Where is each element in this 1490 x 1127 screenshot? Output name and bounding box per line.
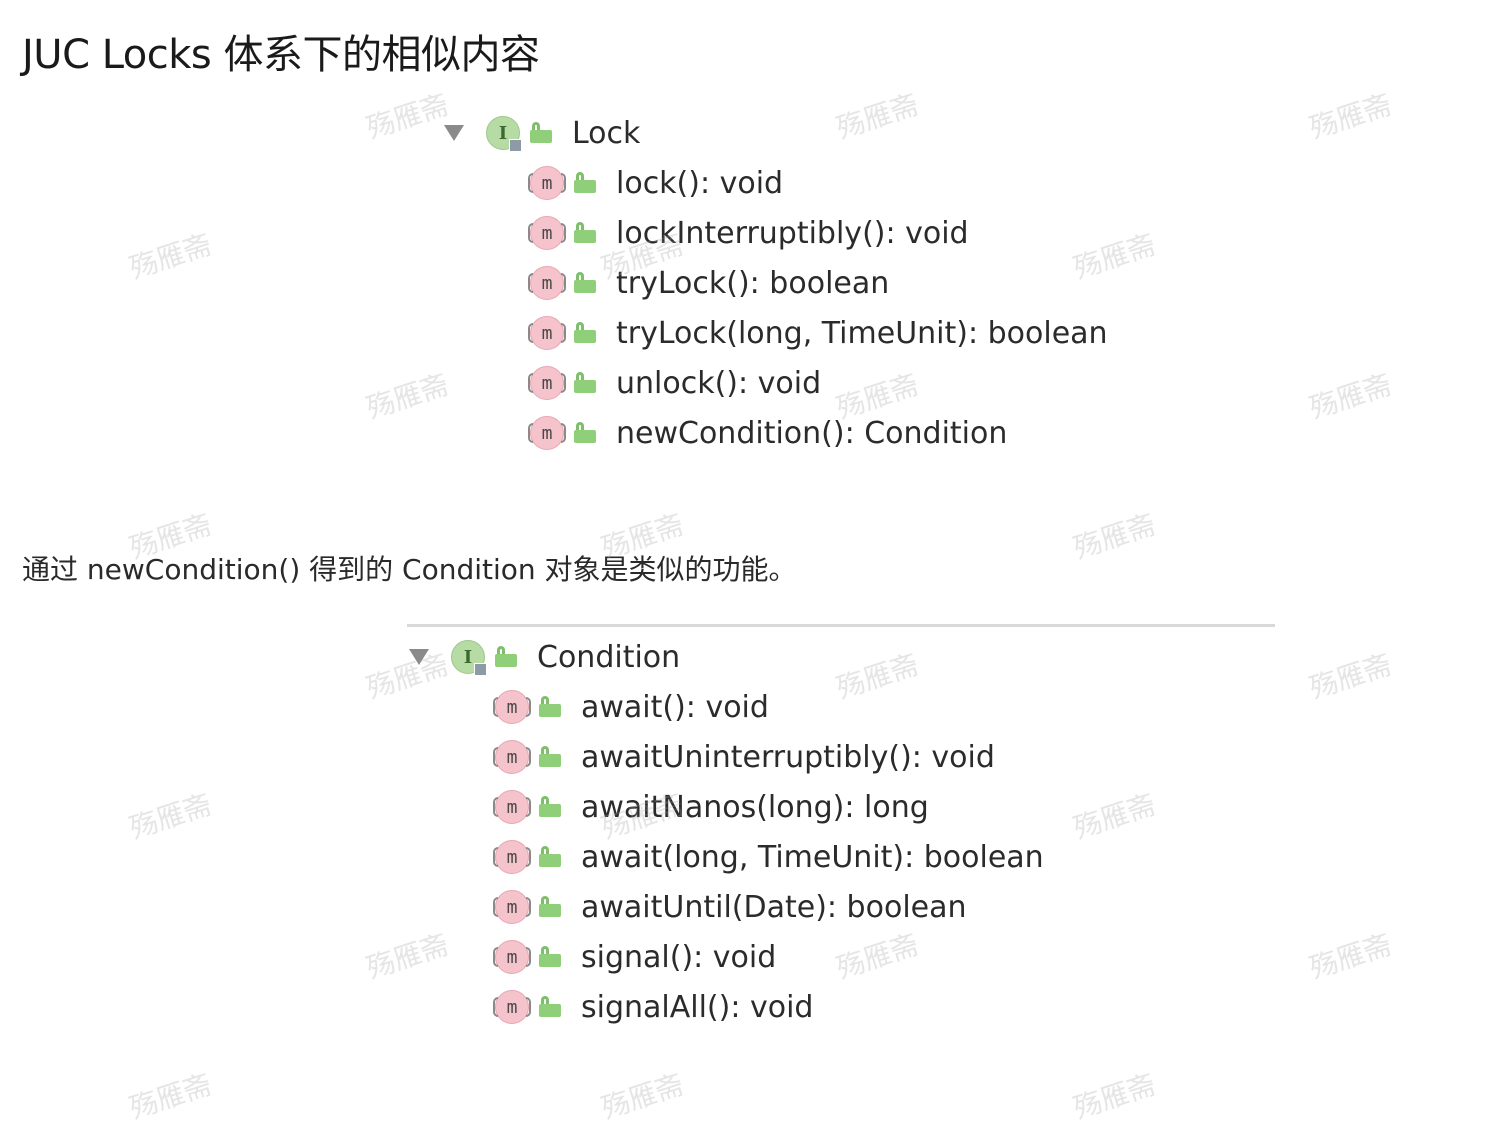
panel-divider	[407, 624, 1275, 627]
public-access-icon	[539, 846, 561, 868]
tree-item-method[interactable]: m awaitNanos(long): long	[493, 782, 929, 832]
public-access-icon	[574, 322, 596, 344]
watermark: 殇雁斋	[1305, 367, 1396, 426]
public-access-icon	[539, 796, 561, 818]
watermark: 殇雁斋	[1305, 647, 1396, 706]
interface-badge-icon	[509, 139, 522, 152]
watermark: 殇雁斋	[125, 1067, 216, 1126]
public-access-icon	[539, 696, 561, 718]
tree-item-method[interactable]: m lock(): void	[528, 158, 784, 208]
method-icon: m	[493, 890, 531, 924]
public-access-icon	[539, 746, 561, 768]
tree-item-method[interactable]: m lockInterruptibly(): void	[528, 208, 969, 258]
tree-root-lock[interactable]: I Lock	[440, 108, 640, 158]
method-signature: tryLock(long, TimeUnit): boolean	[616, 315, 1108, 351]
method-icon: m	[493, 690, 531, 724]
tree-item-method[interactable]: m awaitUninterruptibly(): void	[493, 732, 995, 782]
interface-badge-icon	[474, 663, 487, 676]
expand-toggle-icon[interactable]	[409, 649, 429, 665]
method-signature: tryLock(): boolean	[616, 265, 890, 301]
method-icon: m	[528, 166, 566, 200]
method-icon: m	[493, 990, 531, 1024]
watermark: 殇雁斋	[1305, 927, 1396, 986]
watermark: 殇雁斋	[1069, 1067, 1160, 1126]
public-access-icon	[574, 372, 596, 394]
method-icon: m	[493, 790, 531, 824]
interface-name: Lock	[572, 115, 641, 151]
public-access-icon	[539, 996, 561, 1018]
tree-item-method[interactable]: m await(): void	[493, 682, 769, 732]
method-signature: lockInterruptibly(): void	[616, 215, 969, 251]
public-access-icon	[539, 946, 561, 968]
interface-icon: I	[451, 640, 487, 676]
method-signature: signalAll(): void	[581, 989, 814, 1025]
method-icon: m	[493, 840, 531, 874]
watermark: 殇雁斋	[125, 227, 216, 286]
expand-toggle-icon[interactable]	[444, 125, 464, 141]
method-icon: m	[528, 216, 566, 250]
method-signature: await(): void	[581, 689, 769, 725]
method-icon: m	[528, 316, 566, 350]
tree-item-method[interactable]: m signal(): void	[493, 932, 777, 982]
method-icon: m	[493, 740, 531, 774]
method-signature: await(long, TimeUnit): boolean	[581, 839, 1044, 875]
watermark: 殇雁斋	[1069, 507, 1160, 566]
method-signature: newCondition(): Condition	[616, 415, 1008, 451]
method-icon: m	[493, 940, 531, 974]
public-access-icon	[530, 122, 552, 144]
public-access-icon	[574, 422, 596, 444]
method-signature: unlock(): void	[616, 365, 822, 401]
public-access-icon	[495, 646, 517, 668]
lock-interface-tree: I Lock m lock(): void m lockInterruptibl…	[440, 108, 1140, 468]
method-signature: awaitUninterruptibly(): void	[581, 739, 995, 775]
page-title: JUC Locks 体系下的相似内容	[22, 32, 540, 78]
method-signature: signal(): void	[581, 939, 777, 975]
method-icon: m	[528, 366, 566, 400]
tree-item-method[interactable]: m awaitUntil(Date): boolean	[493, 882, 967, 932]
watermark: 殇雁斋	[125, 787, 216, 846]
tree-item-method[interactable]: m tryLock(long, TimeUnit): boolean	[528, 308, 1108, 358]
method-signature: awaitNanos(long): long	[581, 789, 929, 825]
tree-item-method[interactable]: m signalAll(): void	[493, 982, 814, 1032]
method-signature: lock(): void	[616, 165, 784, 201]
tree-item-method[interactable]: m tryLock(): boolean	[528, 258, 890, 308]
watermark: 殇雁斋	[1305, 87, 1396, 146]
watermark: 殇雁斋	[597, 1067, 688, 1126]
condition-interface-tree: I Condition m await(): void m awaitUnint…	[405, 624, 1275, 1044]
public-access-icon	[574, 222, 596, 244]
tree-item-method[interactable]: m newCondition(): Condition	[528, 408, 1008, 458]
tree-item-method[interactable]: m await(long, TimeUnit): boolean	[493, 832, 1044, 882]
method-icon: m	[528, 266, 566, 300]
public-access-icon	[574, 272, 596, 294]
public-access-icon	[539, 896, 561, 918]
public-access-icon	[574, 172, 596, 194]
method-signature: awaitUntil(Date): boolean	[581, 889, 967, 925]
interface-icon: I	[486, 116, 522, 152]
method-icon: m	[528, 416, 566, 450]
tree-root-condition[interactable]: I Condition	[405, 632, 680, 682]
interface-name: Condition	[537, 639, 681, 675]
body-paragraph: 通过 newCondition() 得到的 Condition 对象是类似的功能…	[22, 553, 797, 586]
tree-item-method[interactable]: m unlock(): void	[528, 358, 822, 408]
